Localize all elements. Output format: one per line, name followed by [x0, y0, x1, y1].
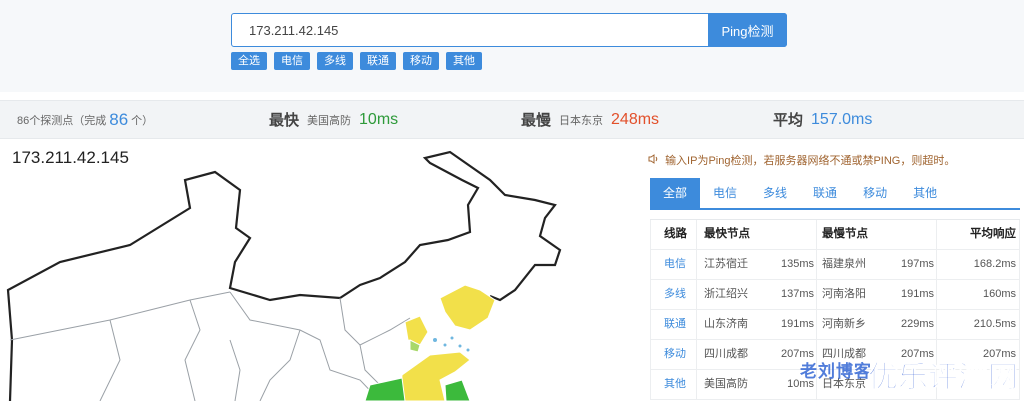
watermark-left: 老刘博客	[800, 362, 872, 381]
table-row: 多线 浙江绍兴 137ms 河南洛阳 191ms 160ms	[650, 280, 1020, 310]
slowest-value: 248ms	[611, 110, 660, 128]
row-slow-node: 河南新乡	[822, 318, 866, 330]
tab-unicom[interactable]: 联通	[800, 178, 850, 208]
filter-mobile-button[interactable]: 移动	[403, 52, 439, 70]
header-slowest: 最慢节点	[822, 228, 868, 240]
watermark-right: 优乐评测网	[868, 361, 1019, 395]
row-avg: 210.5ms	[973, 318, 1016, 330]
table-row: 电信 江苏宿迁 135ms 福建泉州 197ms 168.2ms	[650, 250, 1020, 280]
header-avg: 平均响应	[970, 228, 1016, 240]
slowest-stat: 最慢 日本东京 248ms	[521, 101, 659, 138]
row-fast-node: 江苏宿迁	[704, 258, 748, 270]
filter-unicom-button[interactable]: 联通	[360, 52, 396, 70]
probe-done-count: 86	[109, 109, 129, 129]
fastest-value: 10ms	[359, 110, 399, 128]
fastest-stat: 最快 美国高防 10ms	[269, 101, 398, 138]
fastest-node: 美国高防	[307, 114, 352, 127]
stats-bar: 86个探测点（完成 86 个） 最快 美国高防 10ms 最慢 日本东京 248…	[0, 100, 1024, 139]
line-tabs: 全部 电信 多线 联通 移动 其他	[650, 178, 1020, 210]
tab-mobile[interactable]: 移动	[850, 178, 900, 208]
table-header: 线路 最快节点 最慢节点 平均响应	[650, 220, 1020, 250]
row-fast-ms: 137ms	[780, 288, 814, 300]
row-avg: 160ms	[982, 288, 1016, 300]
row-line[interactable]: 其他	[664, 370, 686, 399]
header-line: 线路	[664, 228, 687, 240]
header-fastest: 最快节点	[704, 228, 750, 240]
row-slow-ms: 191ms	[900, 288, 934, 300]
ping-button[interactable]: Ping检测	[708, 13, 787, 47]
filter-other-button[interactable]: 其他	[446, 52, 482, 70]
tab-other[interactable]: 其他	[900, 178, 950, 208]
row-fast-node: 四川成都	[704, 348, 748, 360]
china-map	[6, 150, 562, 401]
ip-input[interactable]	[232, 14, 708, 46]
row-fast-ms: 191ms	[780, 318, 814, 330]
probe-suffix: 个）	[131, 114, 154, 127]
tab-all[interactable]: 全部	[650, 178, 701, 208]
row-slow-node: 福建泉州	[822, 258, 866, 270]
row-fast-node: 山东济南	[704, 318, 748, 330]
province-jiangsu	[444, 379, 471, 401]
notice: 输入IP为Ping检测，若服务器网络不通或禁PING，则超时。	[648, 152, 955, 168]
search-panel: Ping检测 全选 电信 多线 联通 移动 其他	[0, 0, 1024, 92]
filter-multiline-button[interactable]: 多线	[317, 52, 353, 70]
slowest-label: 最慢	[521, 112, 552, 129]
row-fast-ms: 135ms	[780, 258, 814, 270]
filter-telecom-button[interactable]: 电信	[274, 52, 310, 70]
tab-multiline[interactable]: 多线	[750, 178, 800, 208]
row-slow-ms: 197ms	[900, 258, 934, 270]
row-line[interactable]: 移动	[664, 340, 686, 369]
row-fast-node: 浙江绍兴	[704, 288, 748, 300]
province-henan	[364, 377, 406, 401]
ping-map: 173.211.42.145	[0, 140, 640, 401]
table-row: 联通 山东济南 191ms 河南新乡 229ms 210.5ms	[650, 310, 1020, 340]
slowest-node: 日本东京	[559, 114, 604, 127]
row-line[interactable]: 多线	[664, 280, 686, 309]
row-slow-ms: 229ms	[900, 318, 934, 330]
province-lines	[9, 291, 411, 401]
probe-count: 86个探测点（完成 86 个）	[17, 101, 153, 138]
speaker-icon	[648, 154, 662, 167]
row-line[interactable]: 联通	[664, 310, 686, 339]
row-fast-node: 美国高防	[704, 378, 748, 390]
coast-islands	[433, 336, 470, 352]
map-ip-label: 173.211.42.145	[12, 148, 129, 167]
average-value: 157.0ms	[811, 110, 873, 128]
row-slow-node: 河南洛阳	[822, 288, 866, 300]
average-label: 平均	[773, 112, 804, 129]
fastest-label: 最快	[269, 112, 300, 129]
search-box: Ping检测	[231, 13, 787, 47]
filter-all-button[interactable]: 全选	[231, 52, 267, 70]
province-liaoning	[439, 284, 496, 331]
tab-telecom[interactable]: 电信	[700, 178, 750, 208]
map-border	[6, 150, 562, 401]
line-filter-group: 全选 电信 多线 联通 移动 其他	[231, 52, 482, 70]
province-beijing-hebei	[404, 315, 429, 346]
probe-prefix: 86个探测点（完成	[17, 114, 107, 127]
notice-text: 输入IP为Ping检测，若服务器网络不通或禁PING，则超时。	[665, 155, 956, 167]
row-avg: 168.2ms	[973, 258, 1016, 270]
row-line[interactable]: 电信	[664, 250, 686, 279]
average-stat: 平均 157.0ms	[773, 101, 872, 138]
